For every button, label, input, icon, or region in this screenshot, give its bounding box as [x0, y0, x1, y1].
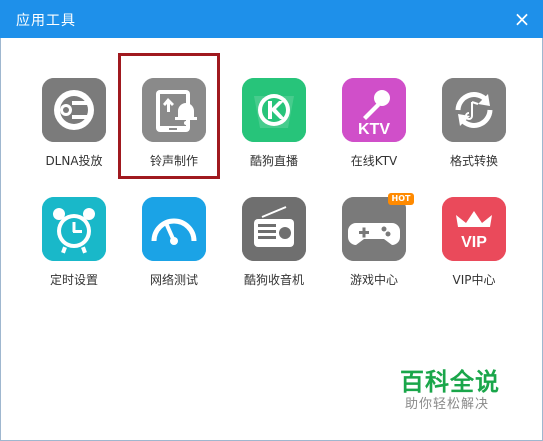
dialog-title: 应用工具	[16, 13, 76, 29]
tool-network-test[interactable]: 网络测试	[124, 197, 224, 307]
tool-ktv[interactable]: KTV 在线KTV	[324, 78, 424, 188]
tool-label: 酷狗收音机	[243, 273, 304, 287]
watermark-subtitle: 助你轻松解决	[405, 397, 490, 412]
ktv-icon: KTV	[342, 78, 406, 142]
tool-format-convert[interactable]: 格式转换	[424, 78, 524, 188]
title-bar[interactable]: 应用工具 ×	[0, 0, 543, 38]
selected-tool-frame	[118, 53, 220, 179]
tool-label: VIP中心	[452, 273, 496, 287]
dlna-icon	[42, 78, 106, 142]
tool-game-center[interactable]: 游戏中心	[324, 197, 424, 307]
tool-vip[interactable]: VIP VIP中心	[424, 197, 524, 307]
tool-label: DLNA投放	[45, 154, 103, 168]
app-tools-dialog: 应用工具 × DLNA投放 铃声制作 酷狗直播 KTV 在线KTV 格式转换 定…	[0, 0, 543, 441]
alarm-clock-icon	[42, 197, 106, 261]
hot-badge: HOT	[388, 193, 414, 205]
tool-kugou-live[interactable]: 酷狗直播	[224, 78, 324, 188]
radio-icon	[242, 197, 306, 261]
tool-radio[interactable]: 酷狗收音机	[224, 197, 324, 307]
format-convert-icon	[442, 78, 506, 142]
tool-alarm[interactable]: 定时设置	[24, 197, 124, 307]
svg-text:KTV: KTV	[358, 121, 390, 138]
tool-label: 定时设置	[49, 273, 98, 287]
watermark-title: 百科全说	[400, 368, 500, 396]
tool-label: 酷狗直播	[249, 154, 298, 168]
vip-crown-icon: VIP	[442, 197, 506, 261]
tool-dlna[interactable]: DLNA投放	[24, 78, 124, 188]
svg-text:VIP: VIP	[461, 234, 487, 251]
tool-label: 网络测试	[149, 273, 198, 287]
close-icon[interactable]: ×	[513, 9, 531, 29]
kugou-live-icon	[242, 78, 306, 142]
tool-label: 游戏中心	[349, 273, 398, 287]
tool-label: 格式转换	[449, 154, 498, 168]
speedometer-icon	[142, 197, 206, 261]
tool-label: 在线KTV	[350, 154, 398, 168]
gamepad-icon	[342, 197, 406, 261]
